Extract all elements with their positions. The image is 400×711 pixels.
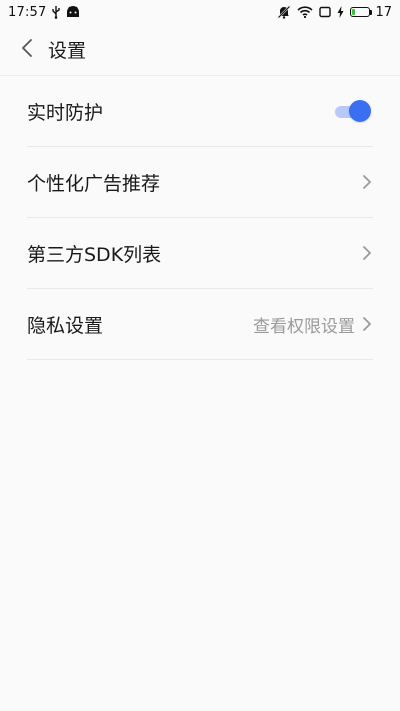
toggle-thumb xyxy=(349,100,371,122)
setting-third-party-sdk[interactable]: 第三方SDK列表 xyxy=(27,218,373,289)
battery-fill xyxy=(352,9,356,15)
realtime-protection-toggle[interactable] xyxy=(335,100,371,122)
row-right xyxy=(361,174,373,190)
setting-label: 第三方SDK列表 xyxy=(27,243,162,266)
wifi-icon xyxy=(297,6,314,18)
setting-label: 隐私设置 xyxy=(27,314,104,337)
battery-icon: 17 xyxy=(350,5,392,20)
nav-bar: 设置 xyxy=(0,24,400,76)
settings-list: 实时防护 个性化广告推荐 第三方SDK列表 隐私设置 查看权限设置 xyxy=(27,76,373,360)
battery-level: 17 xyxy=(375,4,392,20)
chevron-right-icon xyxy=(361,316,373,332)
status-left: 17:57 xyxy=(8,5,80,20)
usb-icon xyxy=(51,5,61,19)
chevron-right-icon xyxy=(361,174,373,190)
chevron-right-icon xyxy=(361,245,373,261)
notifications-off-icon xyxy=(277,5,292,19)
battery-tip xyxy=(370,9,373,15)
setting-realtime-protection[interactable]: 实时防护 xyxy=(27,76,373,147)
setting-label: 个性化广告推荐 xyxy=(27,172,161,195)
row-right xyxy=(361,245,373,261)
screen-icon xyxy=(319,6,332,18)
setting-label: 实时防护 xyxy=(27,101,104,124)
chevron-left-icon xyxy=(20,38,34,62)
setting-personalized-ads[interactable]: 个性化广告推荐 xyxy=(27,147,373,218)
android-icon xyxy=(66,6,80,18)
row-right: 查看权限设置 xyxy=(253,312,373,337)
back-button[interactable] xyxy=(12,30,42,70)
status-bar: 17:57 17 xyxy=(0,0,400,24)
status-time: 17:57 xyxy=(8,4,47,20)
privacy-hint: 查看权限设置 xyxy=(253,316,355,337)
setting-privacy[interactable]: 隐私设置 查看权限设置 xyxy=(27,289,373,360)
charging-icon xyxy=(337,6,344,18)
status-right: 17 xyxy=(277,5,392,20)
page-title: 设置 xyxy=(48,40,87,62)
battery-body xyxy=(350,7,371,17)
